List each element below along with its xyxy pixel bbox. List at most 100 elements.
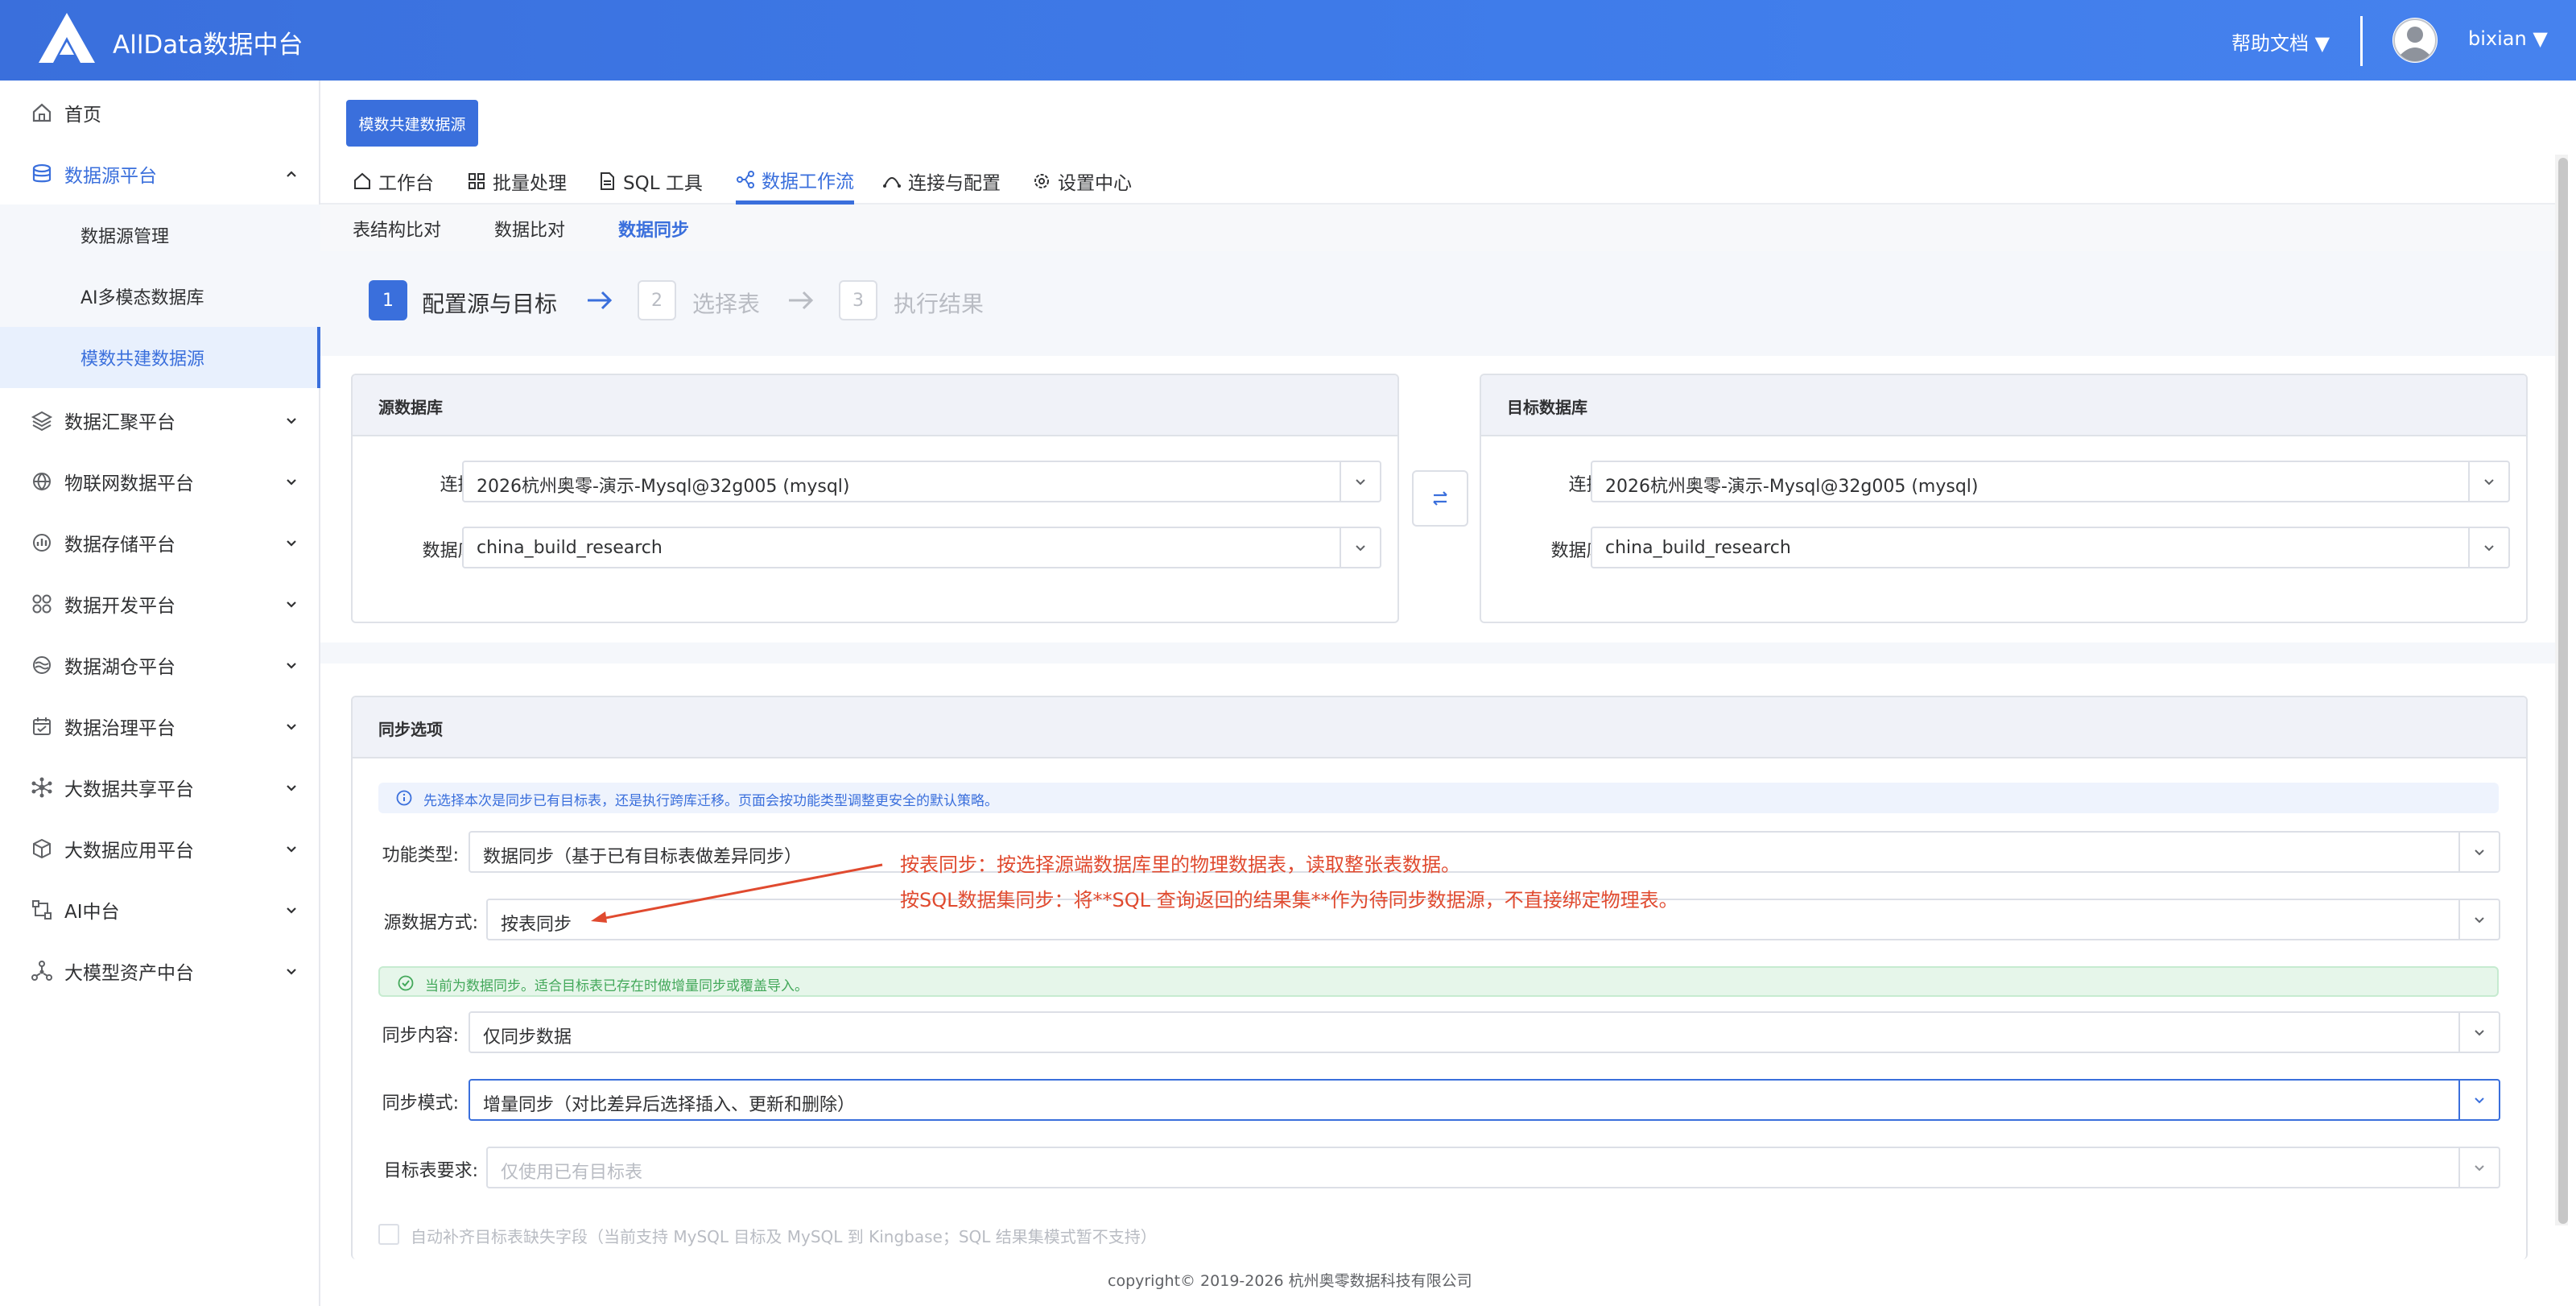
source-mode-label: 源数据方式: <box>383 913 478 933</box>
source-database-select[interactable]: china_build_research <box>462 527 1381 568</box>
home-icon <box>354 172 370 189</box>
target-db-title: 目标数据库 <box>1481 375 2526 436</box>
arrow-right-icon <box>588 291 613 310</box>
annotation-arrow-icon <box>591 863 883 923</box>
sidebar-item-label: 模数共建数据源 <box>80 349 205 370</box>
success-alert-text: 当前为数据同步。适合目标表已存在时做增量同步或覆盖导入。 <box>425 978 808 994</box>
sidebar-item-ai-center[interactable]: AI中台 <box>0 879 320 940</box>
chevron-down-icon[interactable] <box>2458 833 2499 871</box>
step-3-label: 执行结果 <box>894 291 985 317</box>
sidebar-item-data-dev[interactable]: 数据开发平台 <box>0 573 320 634</box>
database-icon <box>32 163 52 183</box>
sidebar-item-data-lakehouse[interactable]: 数据湖仓平台 <box>0 634 320 696</box>
info-alert-text: 先选择本次是同步已有目标表，还是执行跨库迁移。页面会按功能类型调整更安全的默认策… <box>423 793 998 809</box>
chevron-down-icon[interactable] <box>1340 528 1380 567</box>
sidebar-item-label: 数据治理平台 <box>64 718 175 739</box>
sync-mode-select[interactable]: 增量同步（对比差异后选择插入、更新和删除） <box>469 1079 2500 1121</box>
sidebar-item-label: 大数据共享平台 <box>64 779 194 800</box>
sidebar-item-label: AI中台 <box>64 902 120 923</box>
sidebar-item-data-storage[interactable]: 数据存储平台 <box>0 512 320 573</box>
tab-label: 连接与配置 <box>908 173 1001 194</box>
chevron-down-icon[interactable] <box>2458 1148 2499 1187</box>
grid-icon <box>32 594 52 614</box>
sidebar-item-data-aggregation[interactable]: 数据汇聚平台 <box>0 390 320 451</box>
footer-copyright: copyright© 2019-2026 杭州奥零数据科技有限公司 <box>1108 1272 1472 1290</box>
sidebar-item-data-governance[interactable]: 数据治理平台 <box>0 696 320 757</box>
ai-nodes-icon <box>32 900 52 920</box>
annotation-line-1: 按表同步：按选择源端数据库里的物理数据表，读取整张表数据。 <box>900 853 1460 876</box>
tab-sql-tool[interactable]: SQL 工具 <box>597 158 703 205</box>
sidebar-item-iot-platform[interactable]: 物联网数据平台 <box>0 451 320 512</box>
select-value: china_build_research <box>477 538 663 558</box>
sync-content-select[interactable]: 仅同步数据 <box>469 1011 2500 1053</box>
model-datasource-tag-button[interactable]: 模数共建数据源 <box>346 100 478 147</box>
sidebar-item-bigdata-app[interactable]: 大数据应用平台 <box>0 818 320 879</box>
info-icon <box>396 790 412 806</box>
user-avatar-icon[interactable] <box>2392 18 2438 63</box>
sidebar-item-label: AI多模态数据库 <box>80 288 204 308</box>
subtab-schema-compare[interactable]: 表结构比对 <box>353 216 441 242</box>
tab-label: 批量处理 <box>493 173 567 194</box>
check-circle-icon <box>398 975 414 991</box>
sidebar-item-label: 数据源管理 <box>80 227 170 247</box>
sidebar: 首页 数据源平台 数据源管理 AI多模态数据库 模数共建数据源 数据汇聚平台 物… <box>0 81 320 1306</box>
alldata-logo-icon[interactable] <box>39 13 95 63</box>
document-icon <box>601 172 614 190</box>
annotation-line-2: 按SQL数据集同步：将**SQL 查询返回的结果集**作为待同步数据源，不直接绑… <box>900 889 1678 911</box>
step-1-label: 配置源与目标 <box>422 291 558 317</box>
chevron-down-icon[interactable] <box>2458 1013 2499 1052</box>
chevron-down-icon <box>287 540 296 547</box>
model-graph-icon <box>31 961 52 981</box>
sidebar-item-home[interactable]: 首页 <box>0 82 320 143</box>
tab-workbench[interactable]: 工作台 <box>353 158 434 205</box>
sidebar-item-datasource-manage[interactable]: 数据源管理 <box>0 205 320 266</box>
select-value: 按表同步 <box>501 915 572 935</box>
home-icon <box>32 103 52 122</box>
arrow-right-icon <box>789 291 814 310</box>
chevron-down-icon[interactable] <box>2468 462 2508 501</box>
step-1-number: 1 <box>369 280 407 320</box>
page-scrollbar-thumb[interactable] <box>2558 158 2568 1224</box>
tab-connection-config[interactable]: 连接与配置 <box>882 158 1001 205</box>
auto-fill-missing-fields-label: 自动补齐目标表缺失字段（当前支持 MySQL 目标及 MySQL 到 Kingb… <box>411 1227 1157 1246</box>
main-tabs: 工作台 批量处理 SQL 工具 数据工作流 连接与配置 设置中心 <box>320 158 2562 205</box>
target-table-requirement-select[interactable]: 仅使用已有目标表 <box>486 1147 2500 1188</box>
sync-content-label: 同步内容: <box>382 1026 459 1046</box>
subtab-data-compare[interactable]: 数据比对 <box>494 216 565 242</box>
chevron-down-icon[interactable] <box>2468 528 2508 567</box>
chevron-down-icon[interactable] <box>2458 1081 2499 1119</box>
app-title[interactable]: AllData数据中台 <box>113 24 303 60</box>
lake-icon <box>33 656 51 674</box>
subtab-data-sync[interactable]: 数据同步 <box>618 216 689 242</box>
sidebar-item-llm-assets[interactable]: 大模型资产中台 <box>0 940 320 1002</box>
auto-fill-missing-fields-checkbox[interactable] <box>378 1224 399 1245</box>
chevron-down-icon[interactable] <box>2458 900 2499 939</box>
chevron-up-icon <box>287 171 296 177</box>
chevron-down-icon[interactable] <box>1340 462 1380 501</box>
tab-label: 数据工作流 <box>762 171 854 192</box>
sidebar-item-model-data-cobuild[interactable]: 模数共建数据源 <box>0 327 320 388</box>
help-docs-menu[interactable]: 帮助文档 ▼ <box>2231 27 2330 56</box>
workflow-icon <box>737 170 754 188</box>
tab-batch[interactable]: 批量处理 <box>467 158 567 205</box>
chevron-down-icon <box>287 846 296 853</box>
tab-settings[interactable]: 设置中心 <box>1032 158 1132 205</box>
target-database-select[interactable]: china_build_research <box>1591 527 2510 568</box>
sidebar-item-ai-multimodal-db[interactable]: AI多模态数据库 <box>0 266 320 327</box>
sidebar-item-bigdata-share[interactable]: 大数据共享平台 <box>0 757 320 818</box>
swap-source-target-button[interactable] <box>1412 470 1468 527</box>
tab-data-workflow[interactable]: 数据工作流 <box>736 158 854 205</box>
source-connection-select[interactable]: 2026杭州奥零-演示-Mysql@32g005 (mysql) <box>462 461 1381 502</box>
sidebar-item-label: 数据源平台 <box>64 166 157 187</box>
connection-icon <box>883 177 901 188</box>
source-db-title: 源数据库 <box>353 375 1397 436</box>
select-value: 仅同步数据 <box>483 1027 572 1048</box>
source-db-panel: 源数据库 连接: 2026杭州奥零-演示-Mysql@32g005 (mysql… <box>351 374 1399 623</box>
user-menu[interactable]: bixian ▼ <box>2468 27 2548 50</box>
sidebar-item-label: 大模型资产中台 <box>64 963 194 984</box>
section-separator <box>320 643 2562 663</box>
sidebar-item-datasource-platform[interactable]: 数据源平台 <box>0 143 320 205</box>
func-type-label: 功能类型: <box>382 845 459 866</box>
layers-icon <box>31 411 53 432</box>
target-connection-select[interactable]: 2026杭州奥零-演示-Mysql@32g005 (mysql) <box>1591 461 2510 502</box>
